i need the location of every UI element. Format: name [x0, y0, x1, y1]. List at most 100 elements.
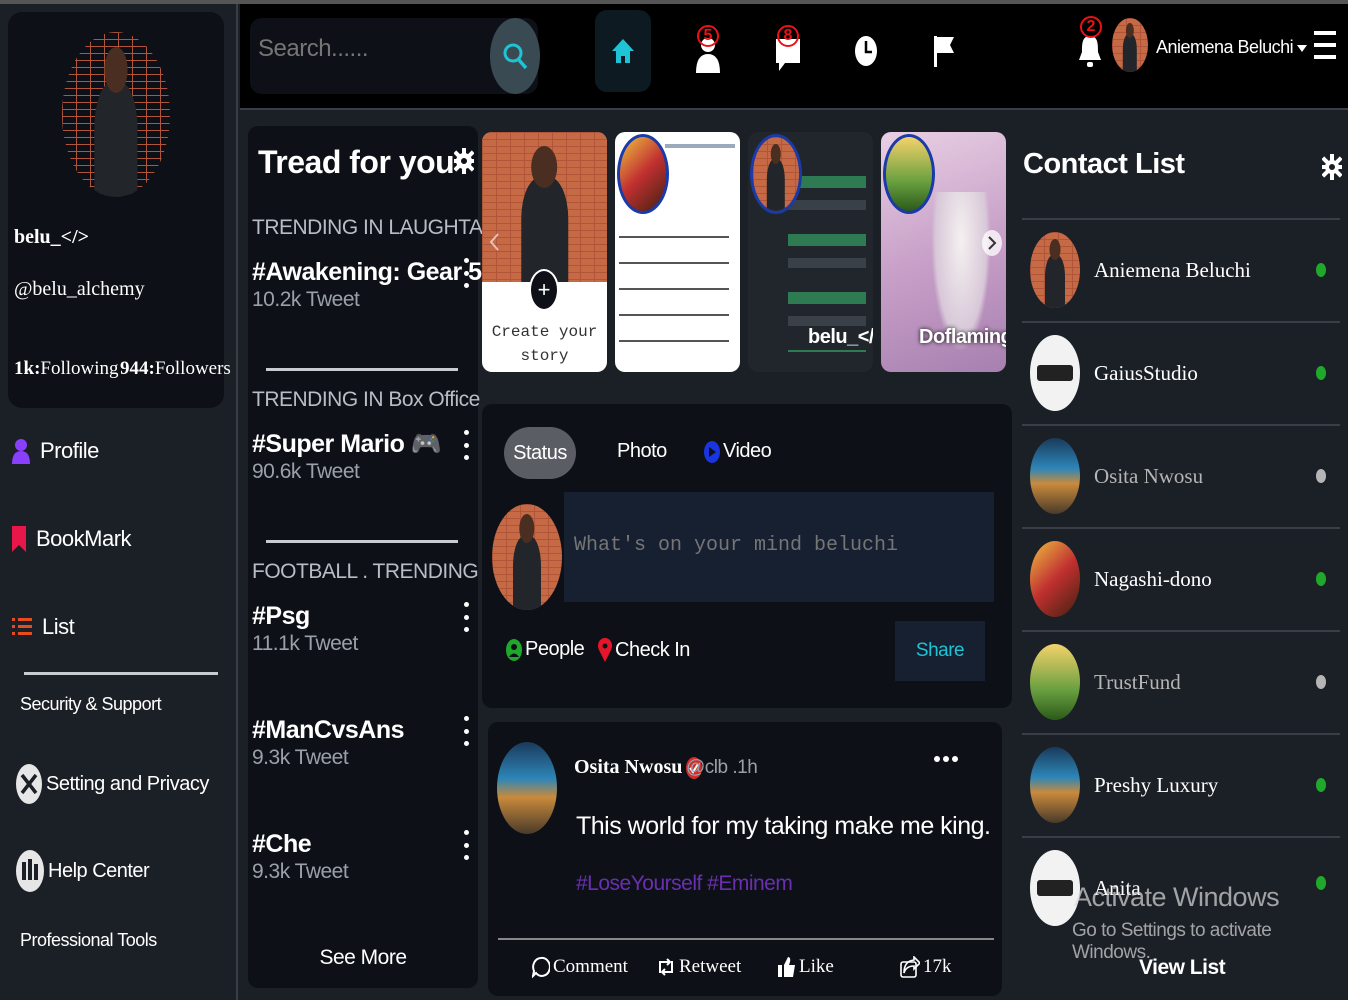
location-pin-icon [598, 638, 612, 662]
home-button[interactable] [595, 10, 651, 92]
contact-avatar [1030, 232, 1080, 308]
flag-button[interactable] [916, 10, 972, 92]
tab-status[interactable]: Status [504, 427, 576, 479]
contact-item[interactable]: GaiusStudio [1022, 321, 1340, 423]
notifications-button[interactable]: 2 [1078, 14, 1104, 74]
following-label: Following [40, 358, 119, 379]
trend-tag[interactable]: #ManCvsAns [252, 716, 405, 745]
professional-tools-link[interactable]: Professional Tools [20, 930, 157, 951]
retweet-button[interactable]: Retweet [656, 956, 741, 978]
tab-photo[interactable]: Photo [617, 440, 667, 463]
sidebar-item-bookmark[interactable]: BookMark [12, 526, 132, 552]
create-story-card[interactable]: + Create your story [482, 132, 607, 372]
trend-more-button[interactable] [463, 430, 469, 460]
settings-label: Setting and Privacy [46, 772, 209, 795]
trend-divider [266, 540, 458, 543]
comment-button[interactable]: Comment [532, 956, 628, 978]
story-card[interactable] [615, 132, 740, 372]
sidebar-item-label: BookMark [36, 526, 132, 551]
post-hashtags[interactable]: #LoseYourself #Eminem [576, 872, 793, 896]
comment-icon [532, 956, 550, 978]
followers-label: Followers [154, 358, 231, 379]
sidebar-item-list[interactable]: List [12, 614, 75, 640]
account-menu[interactable]: Aniemena Beluchi [1156, 37, 1308, 58]
trend-tag[interactable]: #Psg [252, 602, 310, 631]
trend-more-button[interactable] [463, 258, 469, 288]
post-handle: @clb [686, 757, 728, 778]
bell-icon [1079, 36, 1101, 67]
contact-avatar [1030, 747, 1080, 823]
bookmark-icon [12, 526, 26, 552]
trend-count: 9.3k Tweet [252, 860, 349, 883]
trend-more-button[interactable] [463, 830, 469, 860]
trend-tag[interactable]: #Awakening: Gear 5 [252, 258, 482, 287]
share-button[interactable]: Share [895, 621, 985, 681]
friends-button[interactable]: 5 [680, 10, 736, 92]
contact-item[interactable]: Nagashi-dono [1022, 527, 1340, 629]
followers-count: 944: [120, 358, 155, 379]
contact-item[interactable]: Osita Nwosu [1022, 424, 1340, 526]
security-support-link[interactable]: Security & Support [20, 694, 162, 715]
following-stat[interactable]: 1k:Following [14, 358, 119, 380]
retweet-label: Retweet [679, 956, 742, 977]
people-icon [506, 638, 522, 661]
story-avatar [750, 134, 802, 214]
contact-item[interactable]: Aniemena Beluchi [1022, 218, 1340, 320]
post-time: .1h [732, 757, 758, 778]
menu-icon [1314, 31, 1336, 59]
gear-icon[interactable] [454, 146, 474, 176]
share-post-button[interactable]: 17k [900, 956, 952, 978]
header-username: Aniemena Beluchi [1156, 37, 1294, 57]
contact-item[interactable]: TrustFund [1022, 630, 1340, 732]
history-button[interactable] [838, 10, 894, 92]
followers-stat[interactable]: 944:Followers [120, 358, 231, 380]
story-photo [482, 132, 607, 282]
offline-status-dot [1316, 675, 1326, 689]
trend-category: FOOTBALL . TRENDING [252, 560, 479, 583]
post-meta: @clb .1h [686, 757, 758, 779]
check-in-button[interactable]: Check In [598, 638, 690, 662]
share-icon [900, 956, 920, 978]
help-label: Help Center [48, 859, 150, 882]
trending-title: Tread for you [258, 144, 455, 180]
video-icon [704, 440, 720, 463]
help-center-link[interactable]: Help Center [16, 850, 150, 892]
share-count: 17k [923, 956, 952, 977]
tag-people-button[interactable]: People [506, 638, 585, 661]
trend-more-button[interactable] [463, 716, 469, 746]
setting-privacy-link[interactable]: Setting and Privacy [16, 764, 209, 804]
trend-tag[interactable]: #Super Mario 🎮 [252, 430, 442, 459]
tab-video[interactable]: Video [704, 440, 772, 463]
search-button[interactable] [490, 18, 540, 94]
person-icon [12, 439, 30, 464]
tweet-line [665, 144, 735, 148]
see-more-link[interactable]: See More [248, 946, 478, 970]
help-icon [16, 850, 44, 892]
post-author[interactable]: Osita Nwosu [574, 756, 703, 779]
post-author-avatar[interactable] [497, 742, 557, 834]
messages-button[interactable]: 8 [760, 10, 816, 92]
chevron-left-icon[interactable] [488, 232, 500, 252]
create-story-label: Create your story [491, 323, 598, 365]
status-input[interactable] [564, 492, 994, 602]
contacts-gear-icon[interactable] [1322, 152, 1342, 182]
trend-more-button[interactable] [463, 602, 469, 632]
profile-avatar[interactable] [62, 32, 170, 197]
chevron-right-icon [988, 236, 997, 250]
story-avatar [883, 134, 935, 214]
hamburger-menu[interactable] [1314, 30, 1336, 60]
tab-video-label: Video [723, 440, 772, 462]
trend-tag[interactable]: #Che [252, 830, 312, 859]
add-story-icon[interactable]: + [529, 269, 559, 311]
view-list-link[interactable]: View List [1139, 956, 1226, 980]
post-more-button[interactable] [934, 756, 958, 762]
search-input[interactable] [258, 32, 486, 66]
header-avatar[interactable] [1112, 18, 1148, 72]
story-card[interactable]: Doflamingo [881, 132, 1006, 372]
stories-next-button[interactable] [982, 230, 1002, 256]
sidebar-item-profile[interactable]: Profile [12, 438, 99, 464]
like-button[interactable]: Like [778, 956, 834, 978]
contact-name: Aniemena Beluchi [1094, 257, 1251, 282]
story-card[interactable]: belu_</> [748, 132, 873, 372]
contact-item[interactable]: Preshy Luxury [1022, 733, 1340, 835]
